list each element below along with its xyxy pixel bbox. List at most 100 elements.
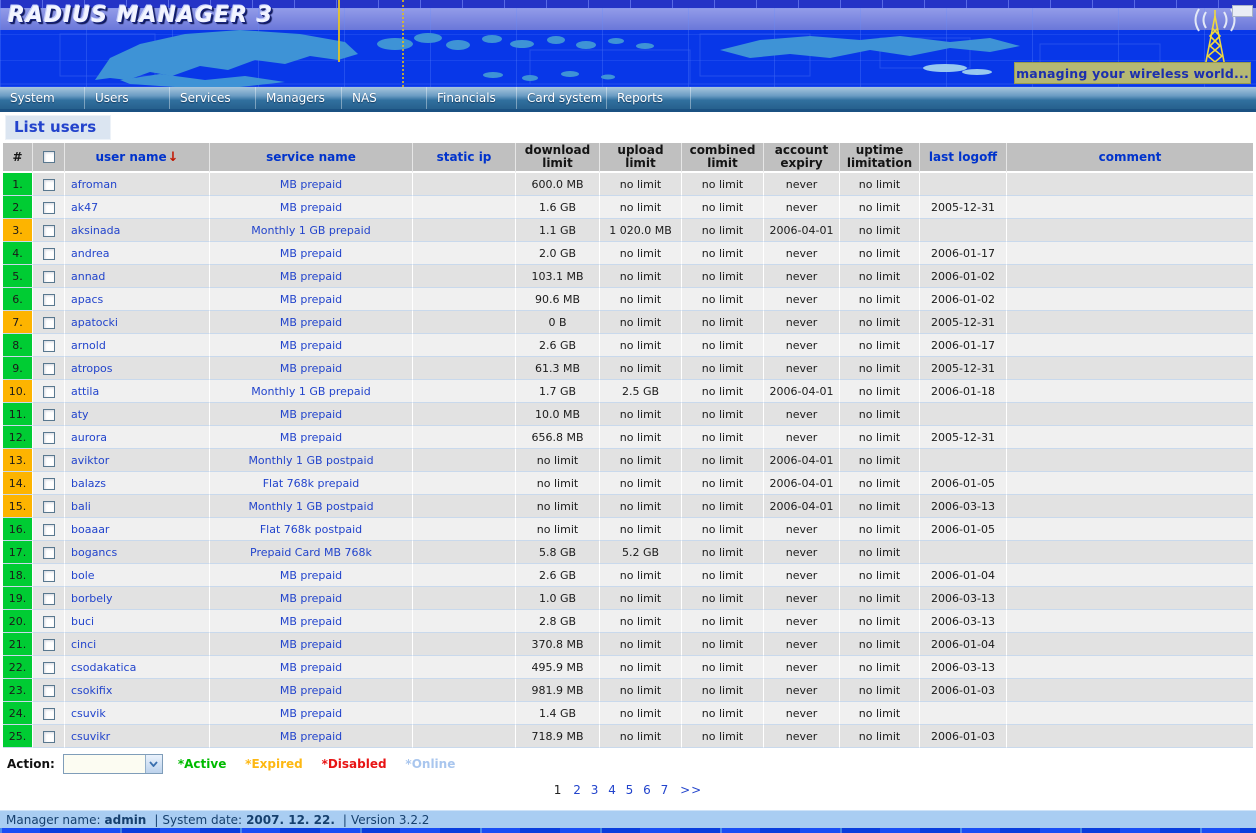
row-checkbox[interactable] bbox=[43, 432, 55, 444]
cell-username[interactable]: arnold bbox=[65, 334, 210, 357]
cell-username[interactable]: buci bbox=[65, 610, 210, 633]
row-checkbox-cell bbox=[33, 518, 65, 541]
cell-username[interactable]: bole bbox=[65, 564, 210, 587]
cell-username[interactable]: aurora bbox=[65, 426, 210, 449]
row-checkbox[interactable] bbox=[43, 547, 55, 559]
menu-item[interactable]: Services bbox=[170, 87, 256, 109]
cell-last-logoff: 2006-03-13 bbox=[920, 610, 1007, 633]
cell-username[interactable]: apacs bbox=[65, 288, 210, 311]
manager-name-value: admin bbox=[105, 813, 147, 827]
cell-username[interactable]: csuvik bbox=[65, 702, 210, 725]
chevron-down-icon[interactable] bbox=[145, 755, 162, 773]
cell-username[interactable]: csodakatica bbox=[65, 656, 210, 679]
cell-username[interactable]: attila bbox=[65, 380, 210, 403]
column-header-select-all[interactable] bbox=[33, 143, 65, 173]
pagination-page-link[interactable]: 3 bbox=[591, 783, 600, 797]
row-checkbox[interactable] bbox=[43, 501, 55, 513]
cell-combined-limit: no limit bbox=[682, 449, 764, 472]
row-checkbox[interactable] bbox=[43, 271, 55, 283]
cell-service-name: Monthly 1 GB postpaid bbox=[210, 449, 413, 472]
pagination-page-link[interactable]: 7 bbox=[661, 783, 670, 797]
menu-item[interactable]: System bbox=[0, 87, 85, 109]
row-checkbox-cell bbox=[33, 380, 65, 403]
action-select[interactable] bbox=[63, 754, 163, 774]
pagination-page-link[interactable]: 4 bbox=[608, 783, 617, 797]
menu-item[interactable]: Managers bbox=[256, 87, 342, 109]
cell-static-ip bbox=[413, 587, 516, 610]
cell-username[interactable]: borbely bbox=[65, 587, 210, 610]
row-checkbox[interactable] bbox=[43, 386, 55, 398]
cell-username[interactable]: aty bbox=[65, 403, 210, 426]
cell-username[interactable]: apatocki bbox=[65, 311, 210, 334]
row-checkbox[interactable] bbox=[43, 616, 55, 628]
cell-combined-limit: no limit bbox=[682, 702, 764, 725]
row-checkbox[interactable] bbox=[43, 202, 55, 214]
cell-username[interactable]: aksinada bbox=[65, 219, 210, 242]
row-checkbox[interactable] bbox=[43, 570, 55, 582]
cell-username[interactable]: atropos bbox=[65, 357, 210, 380]
select-all-checkbox[interactable] bbox=[43, 151, 55, 163]
column-header-service-name[interactable]: service name bbox=[210, 143, 413, 173]
system-date-label: System date: bbox=[162, 813, 242, 827]
menu-item[interactable]: NAS bbox=[342, 87, 427, 109]
table-row: 8. arnold MB prepaid 2.6 GB no limit no … bbox=[3, 334, 1253, 357]
cell-username[interactable]: boaaar bbox=[65, 518, 210, 541]
row-checkbox[interactable] bbox=[43, 731, 55, 743]
menu-item[interactable]: Financials bbox=[427, 87, 517, 109]
cell-username[interactable]: cinci bbox=[65, 633, 210, 656]
row-checkbox[interactable] bbox=[43, 179, 55, 191]
row-checkbox[interactable] bbox=[43, 478, 55, 490]
cell-username[interactable]: afroman bbox=[65, 173, 210, 196]
cell-upload-limit: no limit bbox=[600, 725, 682, 748]
cell-username[interactable]: csokifix bbox=[65, 679, 210, 702]
cell-username[interactable]: ak47 bbox=[65, 196, 210, 219]
row-checkbox-cell bbox=[33, 495, 65, 518]
row-checkbox[interactable] bbox=[43, 340, 55, 352]
cell-username[interactable]: annad bbox=[65, 265, 210, 288]
row-status-number: 2. bbox=[3, 196, 33, 219]
pagination-page-link[interactable]: 5 bbox=[626, 783, 635, 797]
row-checkbox[interactable] bbox=[43, 225, 55, 237]
cell-username[interactable]: balazs bbox=[65, 472, 210, 495]
menu-item[interactable]: Card system bbox=[517, 87, 607, 109]
cell-username[interactable]: bogancs bbox=[65, 541, 210, 564]
column-header-last-logoff[interactable]: last logoff bbox=[920, 143, 1007, 173]
row-checkbox[interactable] bbox=[43, 662, 55, 674]
row-checkbox[interactable] bbox=[43, 455, 55, 467]
row-checkbox[interactable] bbox=[43, 248, 55, 260]
pagination-next-link[interactable]: >> bbox=[680, 783, 702, 797]
column-header-static-ip[interactable]: static ip bbox=[413, 143, 516, 173]
row-checkbox[interactable] bbox=[43, 639, 55, 651]
cell-combined-limit: no limit bbox=[682, 173, 764, 196]
table-row: 12. aurora MB prepaid 656.8 MB no limit … bbox=[3, 426, 1253, 449]
row-checkbox[interactable] bbox=[43, 317, 55, 329]
row-checkbox[interactable] bbox=[43, 363, 55, 375]
cell-download-limit: 1.7 GB bbox=[516, 380, 600, 403]
cell-uptime-limitation: no limit bbox=[840, 403, 920, 426]
row-checkbox[interactable] bbox=[43, 685, 55, 697]
cell-static-ip bbox=[413, 334, 516, 357]
row-status-number: 12. bbox=[3, 426, 33, 449]
row-checkbox-cell bbox=[33, 288, 65, 311]
menu-item[interactable]: Reports bbox=[607, 87, 691, 109]
cell-service-name: MB prepaid bbox=[210, 702, 413, 725]
menu-item[interactable]: Users bbox=[85, 87, 170, 109]
cell-account-expiry: never bbox=[764, 633, 840, 656]
pagination-page-link[interactable]: 6 bbox=[643, 783, 652, 797]
cell-last-logoff: 2006-01-17 bbox=[920, 334, 1007, 357]
cell-service-name: Flat 768k postpaid bbox=[210, 518, 413, 541]
column-header-username[interactable]: user name↓ bbox=[65, 143, 210, 173]
row-checkbox[interactable] bbox=[43, 708, 55, 720]
cell-username[interactable]: csuvikr bbox=[65, 725, 210, 748]
cell-username[interactable]: bali bbox=[65, 495, 210, 518]
row-checkbox[interactable] bbox=[43, 294, 55, 306]
cell-username[interactable]: andrea bbox=[65, 242, 210, 265]
row-checkbox[interactable] bbox=[43, 409, 55, 421]
cell-comment bbox=[1007, 633, 1253, 656]
cell-username[interactable]: aviktor bbox=[65, 449, 210, 472]
row-checkbox[interactable] bbox=[43, 593, 55, 605]
row-checkbox[interactable] bbox=[43, 524, 55, 536]
column-header-comment[interactable]: comment bbox=[1007, 143, 1253, 173]
pagination-page-link[interactable]: 2 bbox=[573, 783, 582, 797]
pagination-links: 2 3 4 5 6 7 bbox=[566, 783, 676, 797]
